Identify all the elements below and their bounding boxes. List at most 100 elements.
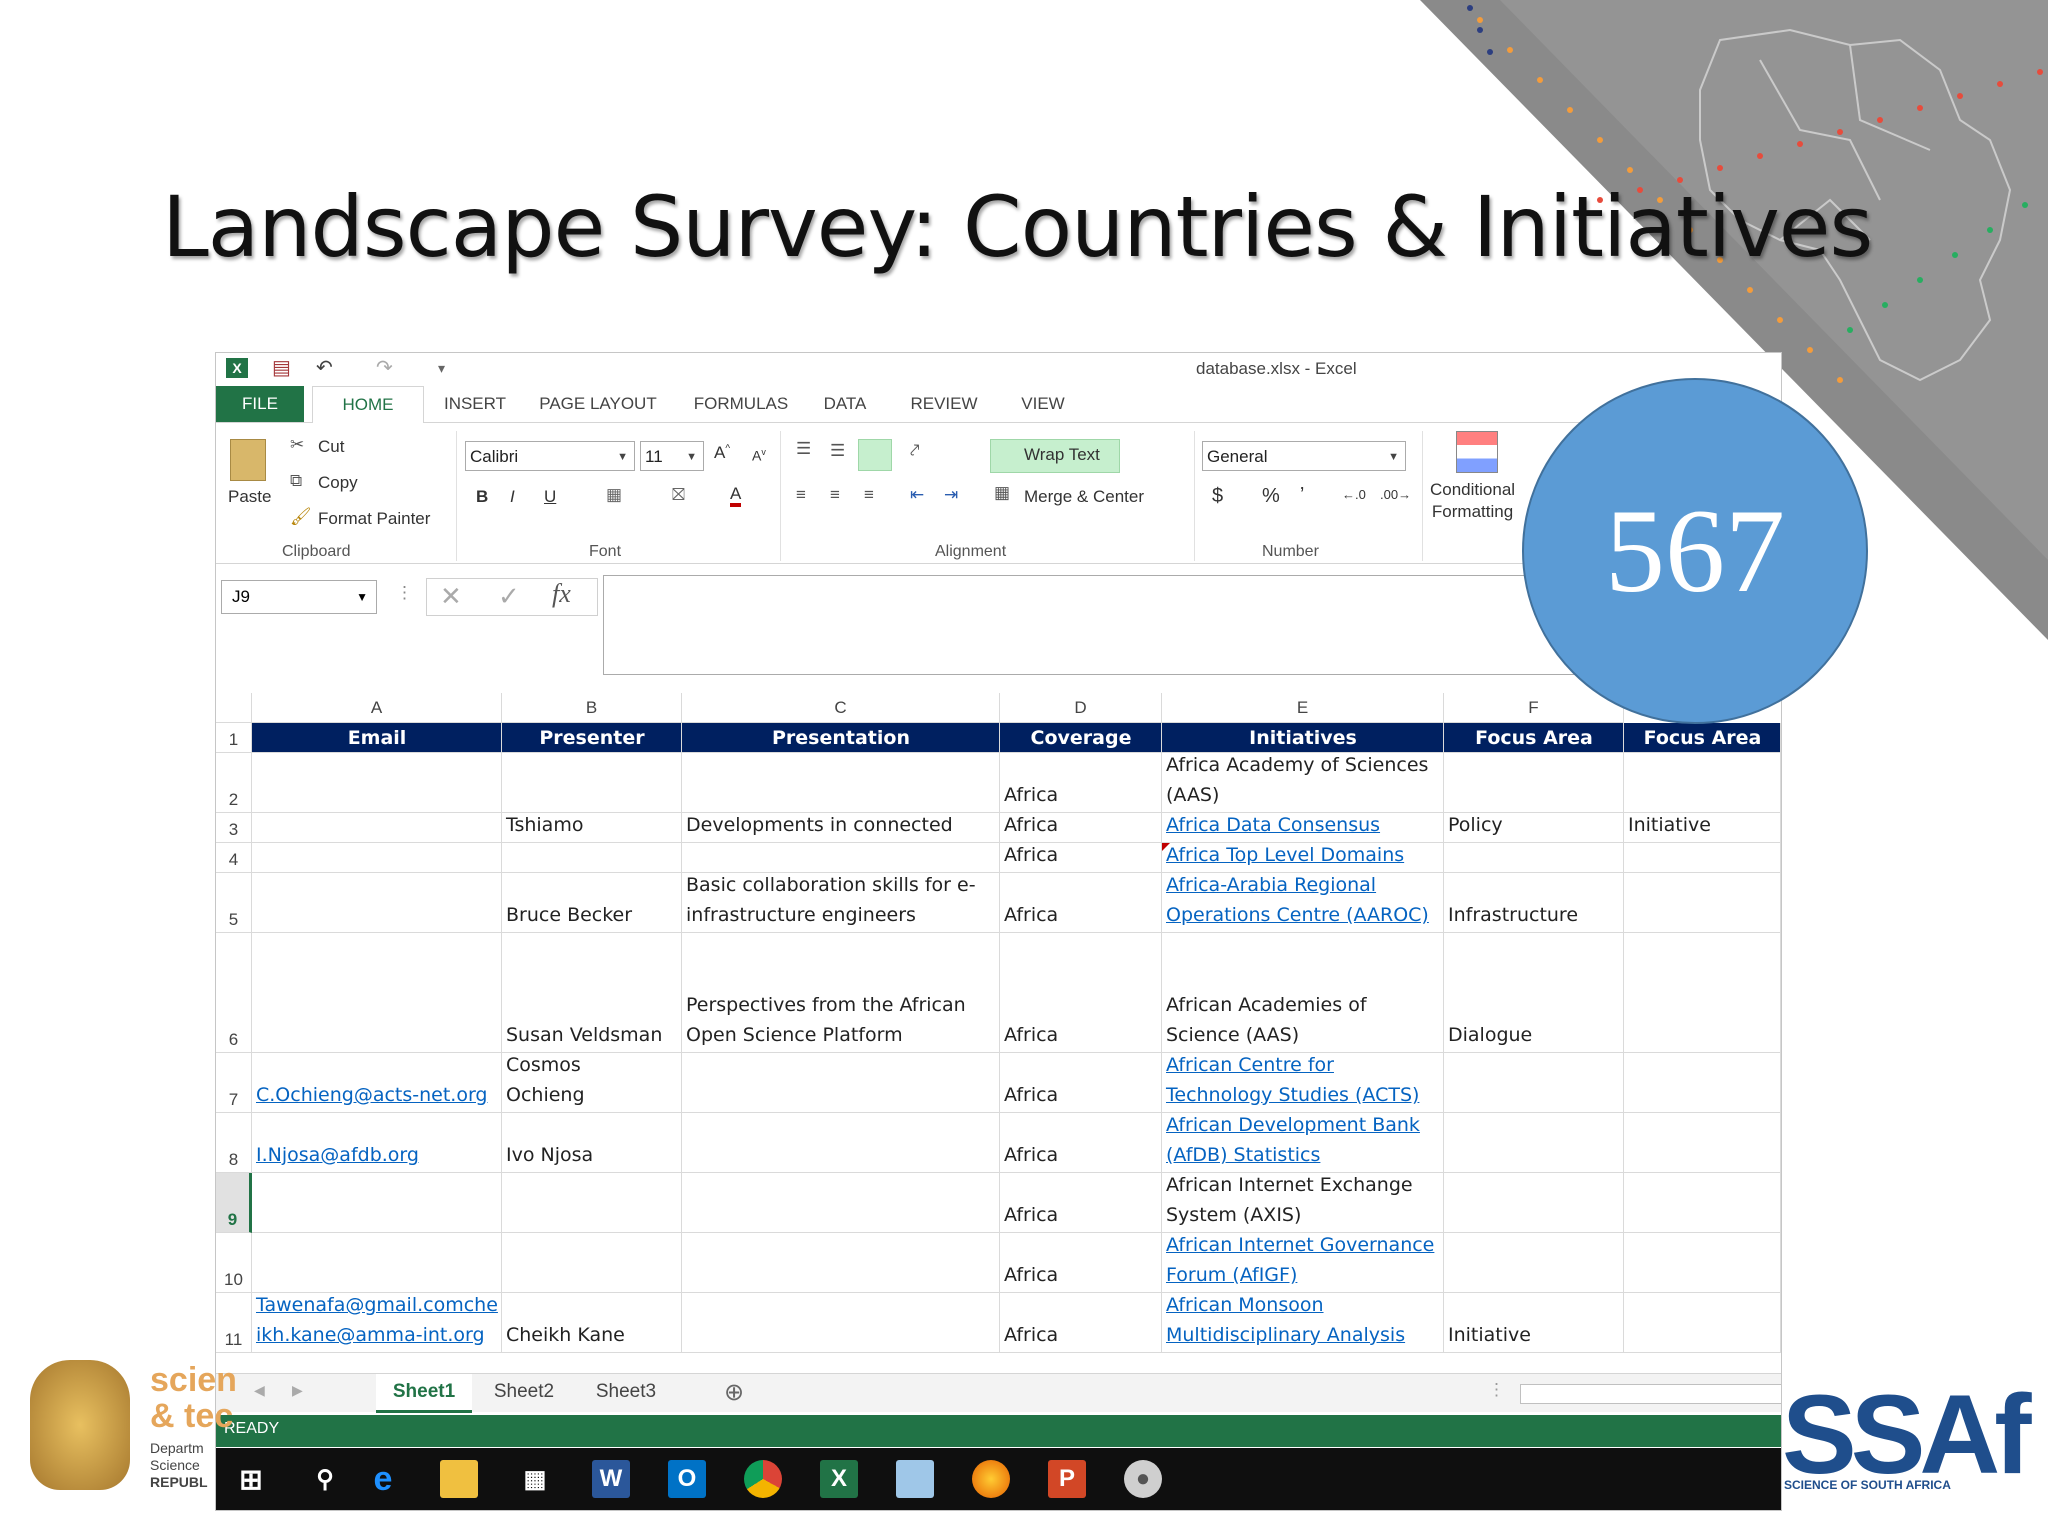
row-header[interactable]: 8 bbox=[216, 1113, 252, 1173]
table-cell[interactable]: Africa bbox=[1000, 1293, 1162, 1353]
file-explorer-icon[interactable] bbox=[440, 1460, 478, 1498]
save-icon[interactable]: ▤ bbox=[272, 358, 291, 378]
row-header[interactable]: 6 bbox=[216, 933, 252, 1053]
percent-button[interactable]: % bbox=[1262, 485, 1280, 508]
increase-decimal-icon[interactable]: ←.0 bbox=[1342, 487, 1366, 502]
header-cell[interactable]: Presentation bbox=[682, 723, 1000, 753]
header-cell[interactable]: Presenter bbox=[502, 723, 682, 753]
redo-icon[interactable]: ↷ bbox=[376, 358, 393, 378]
table-cell[interactable]: Africa Academy of Sciences (AAS) bbox=[1162, 753, 1444, 813]
table-cell[interactable] bbox=[1624, 1113, 1781, 1173]
table-cell[interactable]: African Development Bank (AfDB) Statistic… bbox=[1162, 1113, 1444, 1173]
number-format-select[interactable]: General ▼ bbox=[1202, 441, 1406, 471]
table-cell[interactable]: Ivo Njosa bbox=[502, 1113, 682, 1173]
edge-icon[interactable]: e bbox=[364, 1460, 402, 1498]
row-header[interactable]: 11 bbox=[216, 1293, 252, 1353]
cut-button[interactable]: Cut bbox=[318, 437, 344, 457]
table-cell[interactable]: Africa Top Level Domains bbox=[1162, 843, 1444, 873]
column-header[interactable]: A bbox=[252, 693, 502, 723]
name-box[interactable]: J9 ▼ bbox=[221, 580, 377, 614]
table-cell[interactable] bbox=[252, 1233, 502, 1293]
shrink-font-icon[interactable]: Av bbox=[752, 447, 766, 464]
powerpoint-icon[interactable]: P bbox=[1048, 1460, 1086, 1498]
format-painter-icon[interactable]: 🖌 bbox=[290, 507, 312, 527]
table-cell[interactable]: Susan Veldsman bbox=[502, 933, 682, 1053]
table-cell[interactable]: Africa bbox=[1000, 1113, 1162, 1173]
chrome-icon[interactable] bbox=[744, 1460, 782, 1498]
header-cell[interactable]: Focus Area bbox=[1444, 723, 1624, 753]
table-cell[interactable]: Tawenafa@gmail.comche ikh.kane@amma-int.o… bbox=[252, 1293, 502, 1353]
table-cell[interactable] bbox=[1624, 1173, 1781, 1233]
outlook-icon[interactable]: O bbox=[668, 1460, 706, 1498]
borders-icon[interactable]: ▦ bbox=[606, 485, 622, 505]
table-cell[interactable]: Africa bbox=[1000, 1053, 1162, 1113]
undo-icon[interactable]: ↶ bbox=[316, 358, 333, 378]
table-cell[interactable] bbox=[252, 933, 502, 1053]
table-cell[interactable]: African Monsoon Multidisciplinary Analysi… bbox=[1162, 1293, 1444, 1353]
table-cell[interactable]: African Centre for Technology Studies (AC… bbox=[1162, 1053, 1444, 1113]
table-cell[interactable] bbox=[1444, 843, 1624, 873]
column-header[interactable]: C bbox=[682, 693, 1000, 723]
table-cell[interactable] bbox=[682, 1113, 1000, 1173]
copy-icon[interactable]: ⧉ bbox=[290, 471, 302, 491]
table-cell[interactable]: Perspectives from the African Open Scienc… bbox=[682, 933, 1000, 1053]
firefox-icon[interactable] bbox=[972, 1460, 1010, 1498]
add-sheet-icon[interactable]: ⊕ bbox=[724, 1378, 744, 1407]
table-cell[interactable] bbox=[1624, 1053, 1781, 1113]
header-cell[interactable]: Coverage bbox=[1000, 723, 1162, 753]
enter-icon[interactable]: ✓ bbox=[498, 581, 520, 612]
table-cell[interactable]: Infrastructure bbox=[1444, 873, 1624, 933]
table-cell[interactable] bbox=[682, 843, 1000, 873]
table-cell[interactable]: Cheikh Kane bbox=[502, 1293, 682, 1353]
table-cell[interactable]: Africa bbox=[1000, 873, 1162, 933]
table-cell[interactable] bbox=[1624, 933, 1781, 1053]
increase-indent-icon[interactable]: ⇥ bbox=[944, 485, 958, 505]
paint-icon[interactable]: ● bbox=[1124, 1460, 1162, 1498]
column-header[interactable]: B bbox=[502, 693, 682, 723]
table-cell[interactable] bbox=[682, 1233, 1000, 1293]
prev-sheet-icon[interactable]: ◀ bbox=[254, 1382, 265, 1399]
table-cell[interactable]: Africa-Arabia Regional Operations Centre … bbox=[1162, 873, 1444, 933]
fill-color-icon[interactable]: ⛝ bbox=[672, 485, 685, 505]
font-size-select[interactable]: 11 ▼ bbox=[640, 441, 704, 471]
row-header[interactable]: 3 bbox=[216, 813, 252, 843]
table-cell[interactable] bbox=[1624, 843, 1781, 873]
merge-center-icon[interactable]: ▦ bbox=[994, 483, 1010, 503]
header-cell[interactable]: Focus Area bbox=[1624, 723, 1781, 753]
header-cell[interactable]: Initiatives bbox=[1162, 723, 1444, 753]
row-header[interactable]: 10 bbox=[216, 1233, 252, 1293]
tab-file[interactable]: FILE bbox=[216, 386, 304, 422]
table-cell[interactable]: C.Ochieng@acts-net.org bbox=[252, 1053, 502, 1113]
insert-function-icon[interactable]: fx bbox=[552, 579, 571, 609]
table-cell[interactable] bbox=[1444, 753, 1624, 813]
tab-insert[interactable]: INSERT bbox=[428, 386, 522, 422]
table-cell[interactable] bbox=[252, 843, 502, 873]
table-cell[interactable] bbox=[502, 843, 682, 873]
column-header[interactable]: E bbox=[1162, 693, 1444, 723]
tab-view[interactable]: VIEW bbox=[1006, 386, 1080, 422]
sheet-tab-sheet3[interactable]: Sheet3 bbox=[580, 1374, 672, 1410]
table-cell[interactable]: Africa bbox=[1000, 933, 1162, 1053]
header-cell[interactable]: Email bbox=[252, 723, 502, 753]
cancel-icon[interactable]: ✕ bbox=[440, 581, 462, 612]
cut-icon[interactable]: ✂ bbox=[290, 435, 304, 455]
customize-qat-icon[interactable]: ▾ bbox=[438, 358, 445, 378]
table-cell[interactable] bbox=[502, 753, 682, 813]
decrease-indent-icon[interactable]: ⇤ bbox=[910, 485, 924, 505]
excel-icon[interactable]: X bbox=[820, 1460, 858, 1498]
align-left-icon[interactable]: ≡ bbox=[796, 485, 806, 505]
align-center-icon[interactable]: ≡ bbox=[830, 485, 840, 505]
notes-icon[interactable] bbox=[896, 1460, 934, 1498]
table-cell[interactable] bbox=[252, 1173, 502, 1233]
horizontal-scrollbar[interactable] bbox=[1520, 1384, 1781, 1404]
word-icon[interactable]: W bbox=[592, 1460, 630, 1498]
font-name-select[interactable]: Calibri ▼ bbox=[465, 441, 635, 471]
table-cell[interactable]: Africa bbox=[1000, 1233, 1162, 1293]
tab-data[interactable]: DATA bbox=[808, 386, 882, 422]
table-cell[interactable]: Tshiamo bbox=[502, 813, 682, 843]
table-cell[interactable] bbox=[1444, 1173, 1624, 1233]
row-header[interactable]: 2 bbox=[216, 753, 252, 813]
table-cell[interactable] bbox=[1624, 1293, 1781, 1353]
select-all-corner[interactable] bbox=[216, 693, 252, 723]
table-cell[interactable] bbox=[682, 753, 1000, 813]
